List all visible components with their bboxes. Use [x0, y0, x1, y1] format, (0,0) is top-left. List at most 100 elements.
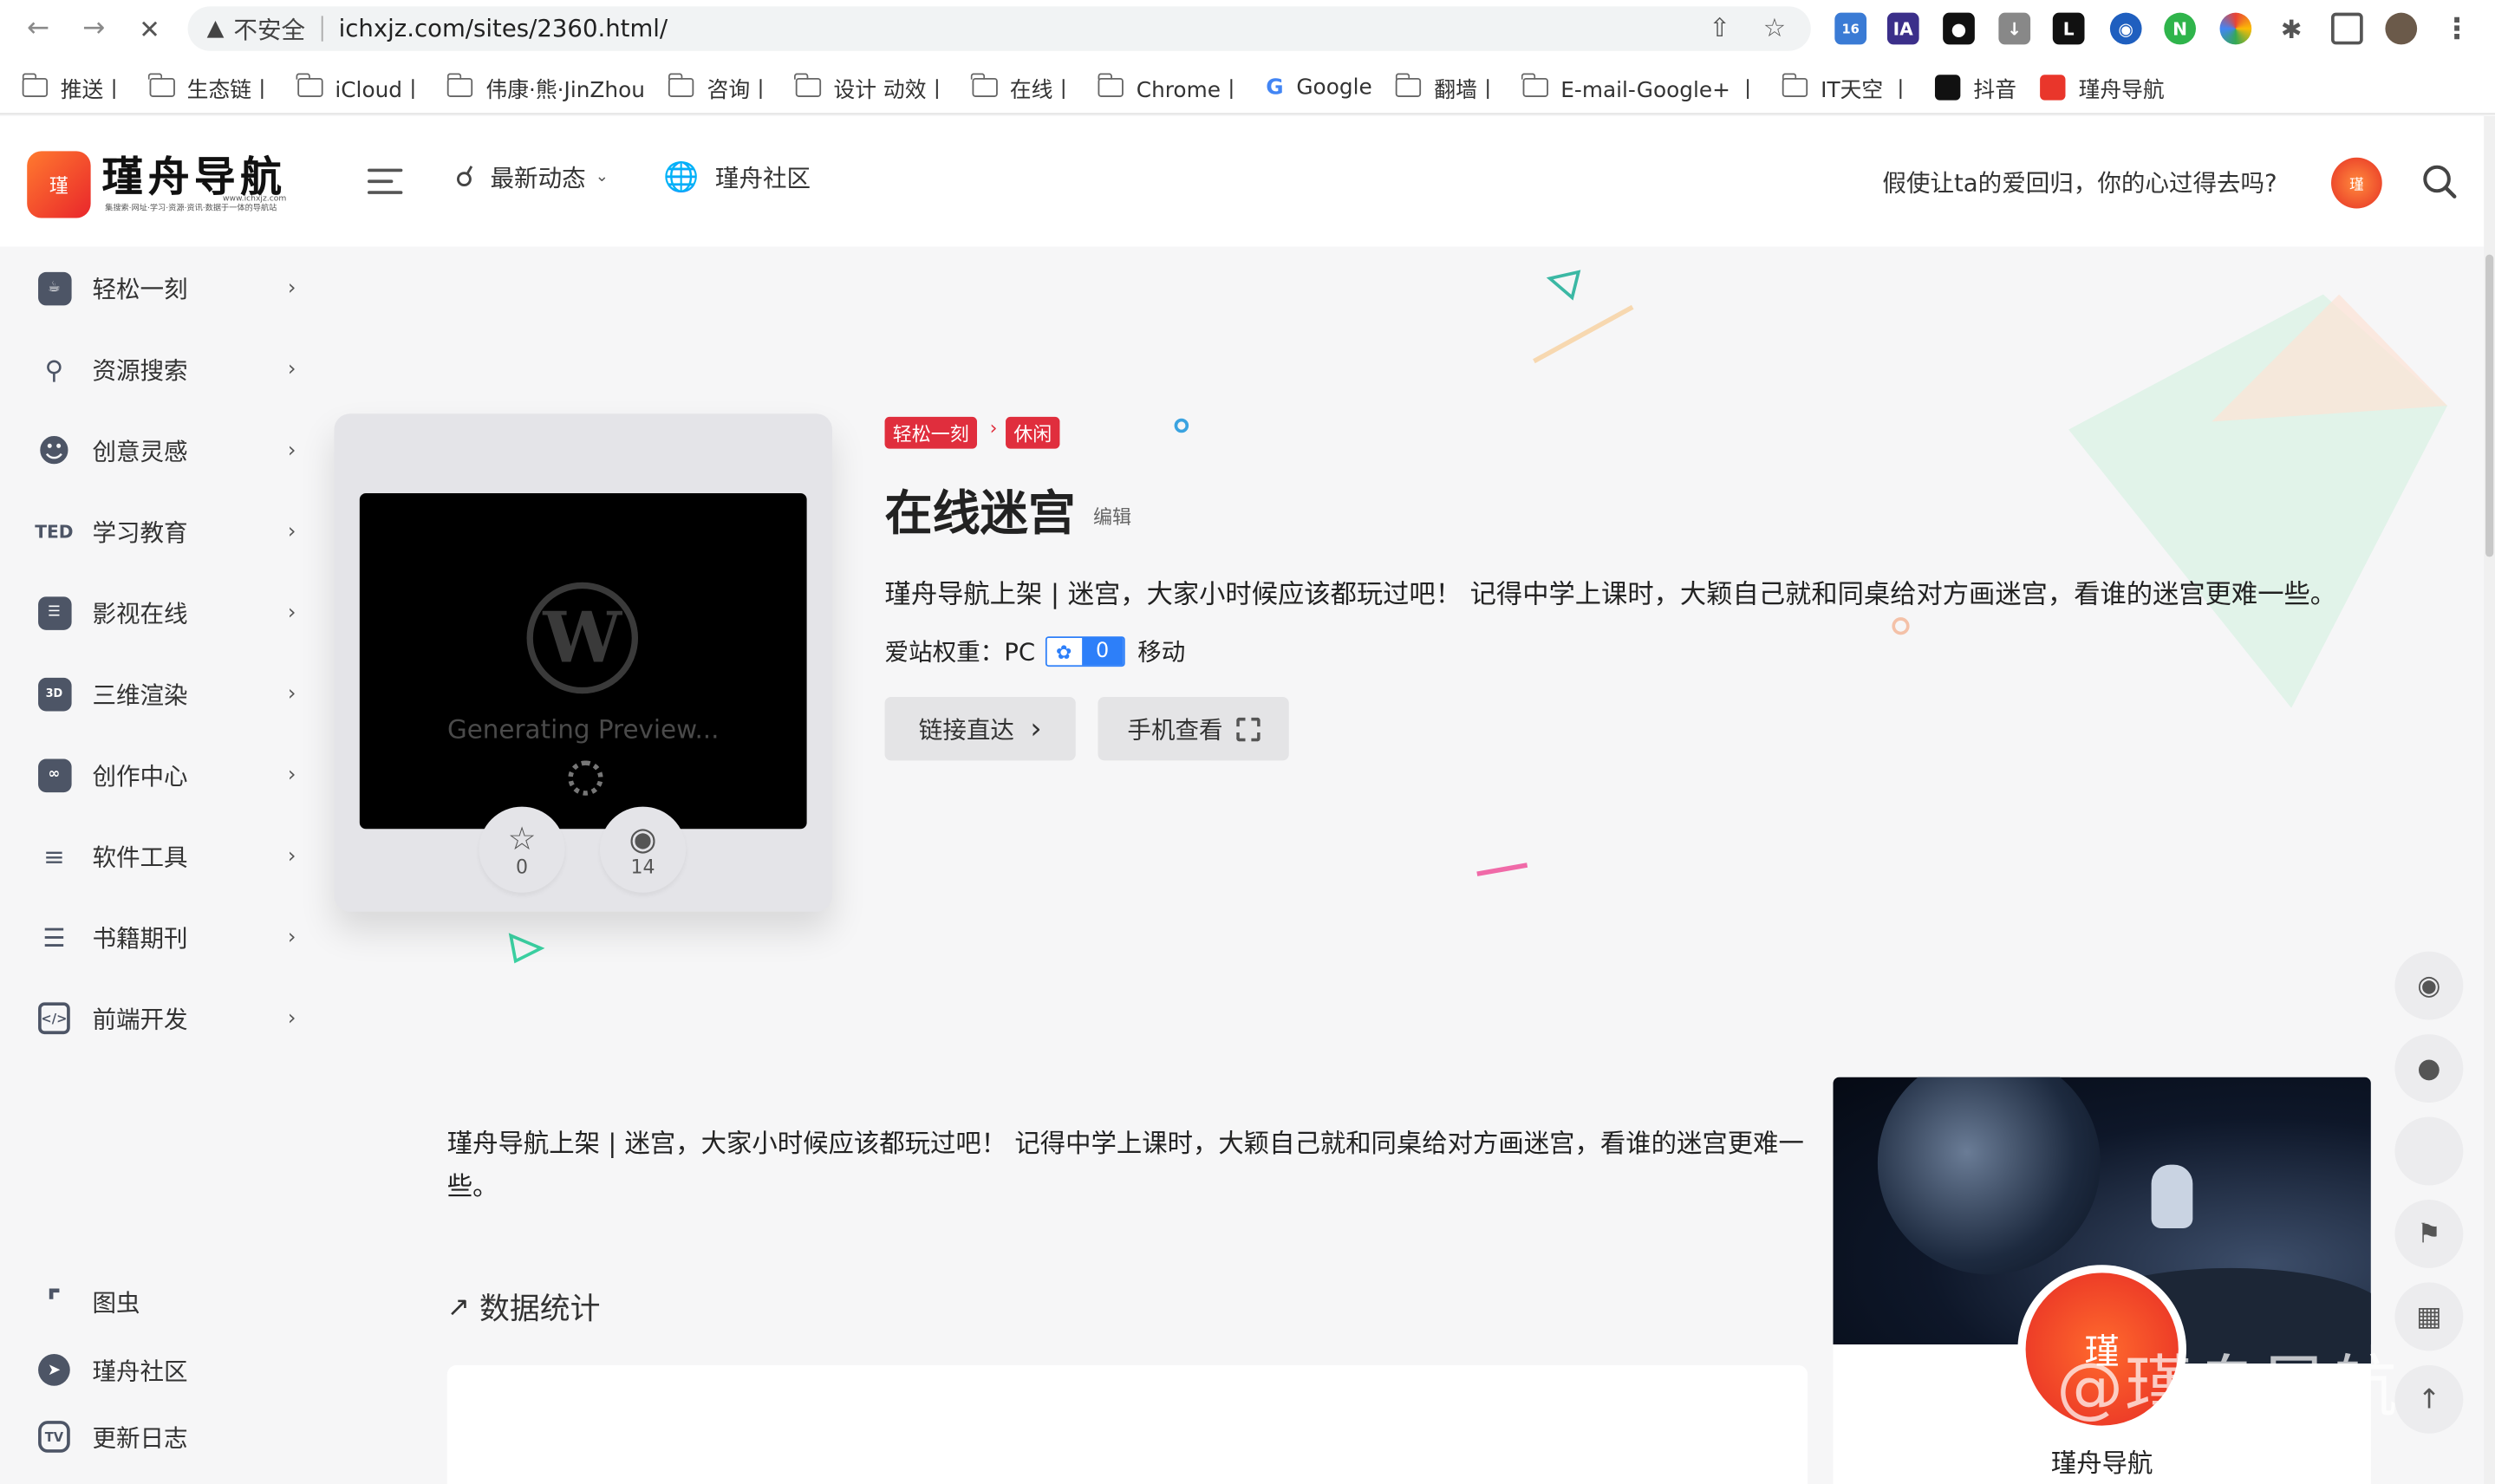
baidu-paw-icon: ✿ — [1046, 638, 1082, 666]
bookmark-label: 翻墙丨 — [1434, 77, 1499, 104]
scrollbar-thumb[interactable] — [2485, 254, 2494, 557]
edit-link[interactable]: 编辑 — [1093, 503, 1131, 530]
l-extension-icon[interactable]: L — [2052, 12, 2085, 45]
sidebar-item-video[interactable]: ☰ 影视在线 › — [35, 589, 305, 636]
bookmark-item[interactable]: IT天空 丨 — [1782, 72, 1912, 103]
bookmark-item[interactable]: 咨询丨 — [668, 72, 772, 103]
stats-title: 数据统计 — [479, 1292, 601, 1327]
back-top-button[interactable]: ↑ — [2394, 1364, 2464, 1434]
sidebar-item-label: 更新日志 — [92, 1422, 188, 1452]
sidepanel-icon[interactable] — [2331, 12, 2363, 45]
bookmark-item[interactable]: Chrome丨 — [1097, 72, 1242, 104]
n-extension-icon[interactable]: N — [2164, 12, 2196, 45]
render-icon: 3D — [35, 674, 73, 713]
qq-button[interactable]: ● — [2394, 1034, 2464, 1103]
star-icon[interactable]: ☆ — [1763, 13, 1786, 43]
more-icon[interactable]: ⋮ — [2441, 12, 2473, 46]
nav-community[interactable]: 🌐 瑾舟社区 — [663, 160, 811, 194]
chevron-right-icon: › — [287, 276, 296, 300]
bookmark-item[interactable]: G Google — [1266, 75, 1371, 100]
address-bar[interactable]: ▲ 不安全 ichxjz.com/sites/2360.html/ ⇧ ☆ — [187, 6, 1811, 51]
share-icon[interactable]: ⇧ — [1709, 13, 1730, 43]
url-text[interactable]: ichxjz.com/sites/2360.html/ — [339, 15, 668, 43]
tag-subcategory[interactable]: 休闲 — [1006, 416, 1060, 449]
bookmark-label: Chrome丨 — [1136, 77, 1242, 104]
bookmark-item[interactable]: 生态链丨 — [147, 72, 273, 103]
eye-icon: ◉ — [629, 819, 657, 858]
tag-category[interactable]: 轻松一刻 — [884, 416, 978, 449]
direct-link-button[interactable]: 链接直达 › — [884, 696, 1076, 761]
decor-circle — [1174, 418, 1189, 433]
blank-float-button[interactable] — [2394, 1116, 2464, 1186]
folder-icon — [1782, 73, 1808, 97]
user-avatar[interactable]: 瑾 — [2331, 157, 2382, 209]
sidebar-item-education[interactable]: TED 学习教育 › — [35, 508, 305, 556]
bookmark-item[interactable]: 翻墙丨 — [1395, 72, 1499, 104]
bookmark-item[interactable]: 推送丨 — [21, 72, 125, 103]
puzzle-icon[interactable]: ✱ — [2276, 13, 2308, 45]
baidu-weight-badge[interactable]: ✿ 0 — [1045, 636, 1125, 667]
browser-chrome: ← → ✕ ▲ 不安全 ichxjz.com/sites/2360.html/ … — [0, 0, 2495, 115]
bookmark-item[interactable]: 伟康·熊·JinZhou — [446, 72, 645, 103]
nav-latest[interactable]: ☌ 最新动态 ⌄ — [455, 160, 609, 194]
sidebar-item-frontend[interactable]: </> 前端开发 › — [35, 994, 305, 1042]
sidebar-item-relax[interactable]: ☕ 轻松一刻 › — [35, 264, 305, 312]
sidebar-item-label: 影视在线 — [92, 599, 188, 628]
mask-extension-icon[interactable]: ● — [1943, 12, 1975, 45]
back-icon[interactable]: ← — [19, 10, 57, 48]
sidebar-item-inspiration[interactable]: ☻ 创意灵感 › — [35, 426, 305, 474]
bookmark-item[interactable]: iCloud丨 — [296, 72, 424, 104]
folder-icon — [970, 73, 998, 97]
tiktok-icon — [1935, 75, 1961, 101]
chevron-right-icon: › — [287, 519, 296, 543]
sidebar-item-render[interactable]: 3D 三维渲染 › — [35, 670, 305, 718]
wechat-button[interactable]: ◉ — [2394, 951, 2464, 1020]
decor-lines — [1533, 270, 1634, 364]
sidebar-item-tools[interactable]: ≡ 软件工具 › — [35, 832, 305, 880]
folder-icon — [794, 73, 821, 97]
bookmark-item[interactable]: 在线丨 — [970, 72, 1074, 103]
sidebar-bottom-community[interactable]: ➤ 瑾舟社区 — [35, 1346, 305, 1394]
star-icon: ☆ — [507, 819, 537, 858]
views-button[interactable]: ◉ 14 — [599, 806, 687, 893]
nav-label: 瑾舟社区 — [714, 164, 811, 193]
bookmark-item[interactable]: 瑾舟导航 — [2040, 72, 2165, 103]
folder-icon — [296, 73, 322, 97]
sidebar-bottom-changelog[interactable]: TV 更新日志 — [35, 1413, 305, 1461]
download-extension-icon[interactable]: ↓ — [1998, 12, 2031, 45]
profile-avatar[interactable] — [2385, 12, 2418, 45]
qq-icon: ● — [2417, 1052, 2441, 1084]
logo-icon[interactable]: 瑾 — [27, 151, 91, 218]
stop-icon[interactable]: ✕ — [131, 10, 169, 48]
preview-image[interactable]: W Generating Preview... — [359, 493, 807, 830]
button-label: 链接直达 — [918, 715, 1014, 745]
globe-extension-icon[interactable]: ◉ — [2109, 12, 2142, 45]
globe-icon: 🌐 — [663, 160, 700, 194]
mobile-view-button[interactable]: 手机查看 — [1098, 696, 1289, 761]
sidebar-item-label: 资源搜索 — [92, 355, 188, 385]
bookmark-item[interactable]: E-mail-Google+ 丨 — [1521, 72, 1759, 103]
calculator-button[interactable]: ▦ — [2394, 1282, 2464, 1351]
views-count: 14 — [630, 856, 655, 879]
forward-icon[interactable]: → — [75, 10, 113, 48]
logo-subtitle: 集搜索·网址·学习·资源·资讯·数据于一体的导航站 — [105, 203, 277, 213]
sidebar-item-books[interactable]: ☰ 书籍期刊 › — [35, 914, 305, 961]
sidebar-item-creation[interactable]: ∞ 创作中心 › — [35, 751, 305, 798]
wechat-icon: ◉ — [2417, 969, 2441, 1002]
body-description: 瑾舟导航上架 | 迷宫，大家小时候应该都玩过吧！ 记得中学上课时，大颖自己就和同… — [446, 1128, 1804, 1201]
color-extension-icon[interactable] — [2219, 12, 2252, 45]
bookmark-item[interactable]: 设计 动效丨 — [794, 72, 948, 103]
menu-toggle-icon[interactable] — [368, 168, 406, 198]
folder-icon — [1097, 73, 1124, 97]
planet-graphic — [1877, 1077, 2101, 1275]
extension-badge: 16 — [1841, 21, 1860, 36]
tags-button[interactable]: ⚑ — [2394, 1199, 2464, 1268]
bookmark-item[interactable]: 抖音 — [1935, 72, 2016, 103]
favorite-button[interactable]: ☆ 0 — [479, 806, 565, 893]
sidebar-item-search[interactable]: ⚲ 资源搜索 › — [35, 345, 305, 393]
bookmark-label: iCloud丨 — [335, 77, 424, 104]
extension-icon[interactable]: 16 — [1834, 12, 1867, 45]
ia-extension-icon[interactable]: IA — [1886, 12, 1919, 45]
search-icon[interactable] — [2422, 164, 2457, 199]
sidebar-bottom-tuchong[interactable]: ⌜ 图虫 — [35, 1278, 305, 1325]
